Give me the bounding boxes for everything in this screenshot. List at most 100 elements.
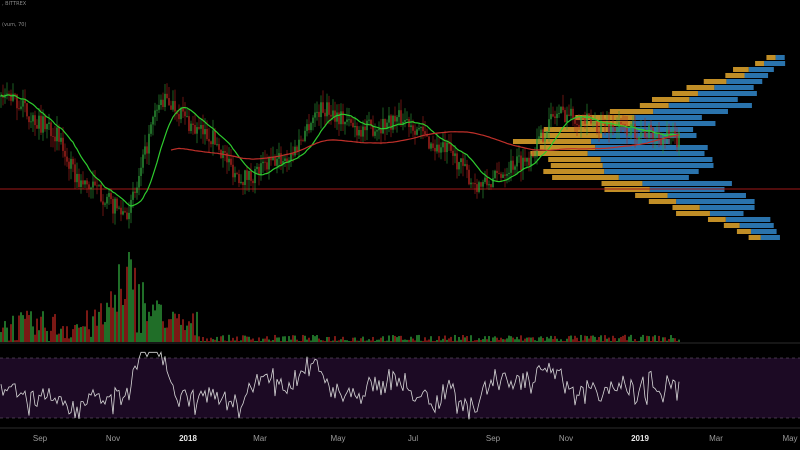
volume-bar [588, 338, 590, 342]
profile-bar-up [639, 103, 669, 108]
candle-body [180, 108, 182, 120]
candle-body [302, 140, 304, 142]
candle-body [70, 158, 72, 169]
profile-bar-up [635, 193, 668, 198]
volume-bar [396, 337, 398, 342]
volume-bar [236, 336, 238, 342]
candle-body [378, 128, 380, 131]
volume-bar [410, 336, 412, 342]
volume-bar [598, 337, 600, 342]
candle-body [36, 125, 38, 129]
candle-body [652, 127, 654, 139]
candle-body [154, 110, 156, 117]
volume-bar [150, 316, 152, 342]
candle-body [350, 119, 352, 123]
volume-bar [438, 336, 440, 342]
volume-bar [576, 337, 578, 342]
candle-body [170, 105, 172, 110]
volume-bar [36, 318, 38, 342]
volume-bar [252, 338, 254, 342]
candle-body [162, 99, 164, 108]
volume-bar [400, 335, 402, 342]
volume-bar [442, 338, 444, 342]
volume-bar [672, 338, 674, 342]
volume-bar [258, 337, 260, 342]
candle-body [490, 184, 492, 188]
volume-bar [642, 334, 644, 342]
candle-body [88, 184, 90, 190]
candle-body [290, 153, 292, 161]
candle-body [254, 169, 256, 184]
volume-bar [56, 334, 58, 342]
volume-bar [644, 341, 646, 342]
volume-bar [596, 339, 598, 342]
candle-body [330, 114, 332, 117]
candle-body [444, 142, 446, 153]
candle-body [198, 127, 200, 129]
candle-body [118, 207, 120, 209]
profile-bar-up [733, 67, 749, 72]
candle-body [480, 182, 482, 187]
volume-bar [508, 335, 510, 342]
volume-bar [288, 336, 290, 342]
candle-body [572, 108, 574, 119]
candle-body [346, 119, 348, 122]
candle-body [262, 161, 264, 164]
volume-bar [530, 337, 532, 342]
volume-bar [102, 324, 104, 342]
volume-bar [434, 341, 436, 342]
x-tick-label: 2018 [179, 434, 197, 443]
candle-body [258, 166, 260, 175]
profile-bar-up [672, 205, 700, 210]
candle-body [308, 124, 310, 131]
volume-bar [20, 312, 22, 342]
volume-bar [618, 338, 620, 342]
volume-bar [292, 335, 294, 342]
candle-body [188, 116, 190, 131]
volume-bar [560, 339, 562, 342]
candle-body [178, 114, 180, 120]
candle-body [18, 108, 20, 110]
candle-body [650, 125, 652, 128]
candle-body [524, 157, 526, 162]
volume-bar [0, 332, 2, 342]
candle-body [202, 124, 204, 135]
candle-body [284, 158, 286, 162]
candle-body [418, 127, 420, 130]
volume-bar [66, 326, 68, 342]
chart-svg: Sep Nov 2018 Mar May Jul Sep Nov 2019 Mar May [0, 55, 800, 443]
candle-body [296, 146, 298, 152]
candle-body [92, 181, 94, 188]
candle-body [240, 181, 242, 184]
chart[interactable]: , BITTREX (vum, 70) Sep Nov 2018 Mar May Jul S… [0, 0, 800, 445]
volume-bar [538, 337, 540, 342]
volume-bar [634, 339, 636, 342]
profile-bar-down [764, 61, 786, 66]
x-tick-label: Sep [33, 434, 48, 443]
candle-body [300, 139, 302, 141]
candle-body [80, 180, 82, 188]
volume-bar [658, 335, 660, 342]
volume-bar [206, 338, 208, 342]
candle-body [42, 116, 44, 133]
volume-bar [664, 337, 666, 342]
volume-bar [76, 324, 78, 342]
candle-body [646, 137, 648, 139]
candle-body [578, 124, 580, 127]
candle-body [234, 173, 236, 178]
volume-bar [440, 340, 442, 342]
profile-bar-up [543, 169, 605, 174]
volume-bar [444, 335, 446, 342]
candle-body [74, 164, 76, 183]
candle-body [98, 184, 100, 186]
candle-body [134, 191, 136, 193]
profile-bar-down [744, 73, 769, 78]
volume-bar [240, 340, 242, 342]
candle-body [420, 126, 422, 128]
volume-bar [232, 337, 234, 342]
candle-body [532, 156, 534, 157]
x-tick-label: Nov [559, 434, 573, 443]
volume-bar [626, 340, 628, 342]
volume-bar [482, 339, 484, 342]
candle-body [324, 112, 326, 117]
